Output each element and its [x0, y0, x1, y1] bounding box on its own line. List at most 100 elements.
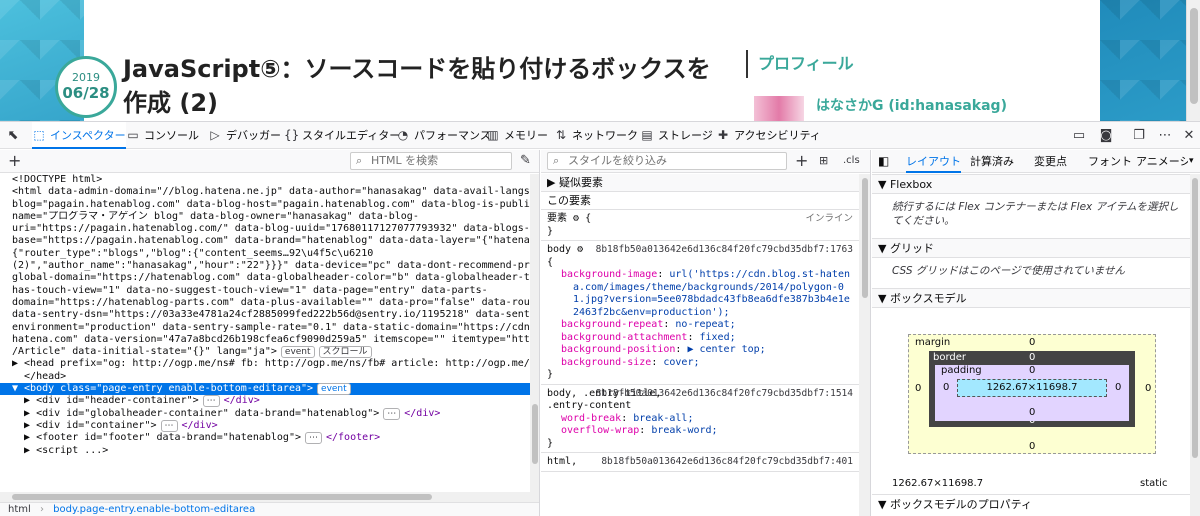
css-declaration[interactable]: overflow-wrap: break-word; [547, 425, 853, 438]
boxmodel-border[interactable]: border 0 0 padding 0 0 0 0 1262.67×11698… [929, 351, 1135, 427]
margin-left-value[interactable]: 0 [915, 383, 921, 394]
css-property-value[interactable]: ▶ center top; [687, 344, 765, 355]
screenshot-icon[interactable]: ◙ [1097, 122, 1115, 149]
tab-fonts[interactable]: フォント [1088, 150, 1132, 173]
markup-vertical-scrollbar[interactable] [530, 174, 539, 492]
css-declaration[interactable]: background-attachment: fixed; [547, 332, 853, 345]
markup-line[interactable]: global-domain="https://hatenablog.com" d… [0, 272, 530, 284]
markup-line[interactable]: environment="production" data-sentry-sam… [0, 322, 530, 334]
rules-scroll-thumb[interactable] [862, 178, 868, 298]
rules-scrollbar[interactable] [859, 174, 870, 516]
markup-line[interactable]: blog="pagain.hatenablog.com" data-blog-h… [0, 199, 530, 211]
profile-avatar[interactable] [754, 96, 804, 121]
css-declaration[interactable]: background-size: cover; [547, 357, 853, 370]
markup-line[interactable]: ▶ <footer id="footer" data-brand="hatena… [0, 432, 530, 445]
markup-line[interactable]: data-sentry-dsn="https://03a33e4781a24cf… [0, 309, 530, 321]
add-node-icon[interactable]: + [8, 150, 21, 172]
markup-line[interactable]: (2)","author_name":"hanasakag","hour":"2… [0, 260, 530, 272]
margin-bottom-value[interactable]: 0 [1029, 441, 1035, 452]
rule-entry-title[interactable]: body, .entry-title, .entry-content 8b18f… [541, 385, 859, 453]
add-rule-icon[interactable]: + [795, 150, 808, 172]
breadcrumb-body[interactable]: body.page-entry.enable-bottom-editarea [53, 504, 255, 515]
css-property-value[interactable]: fixed; [699, 332, 735, 343]
padding-top-value[interactable]: 0 [1029, 365, 1035, 376]
css-property-name[interactable]: overflow-wrap [561, 425, 639, 436]
eyedropper-icon[interactable]: ✎ [520, 150, 531, 172]
rule-element-inline[interactable]: 要素 ⚙ { インライン } [541, 210, 859, 241]
css-property-value[interactable]: cover; [663, 357, 699, 368]
markup-line[interactable]: <html data-admin-domain="//blog.hatena.n… [0, 186, 530, 198]
css-declaration[interactable]: word-break: break-all; [547, 413, 853, 426]
collapsed-children-badge[interactable]: ⋯ [383, 407, 401, 420]
gear-icon[interactable]: ⚙ { [573, 213, 591, 224]
responsive-design-icon[interactable]: ▭ [1070, 122, 1088, 149]
tabs-overflow-icon[interactable]: ▾ [1189, 150, 1194, 173]
markup-line[interactable]: ▶ <head prefix="og: http://ogp.me/ns# fb… [0, 358, 530, 370]
entry-title[interactable]: JavaScript⑤：ソースコードを貼り付けるボックスを作成 (2) [123, 52, 713, 120]
markup-node-selected[interactable]: ▼ <body class="page-entry enable-bottom-… [0, 383, 530, 396]
boxmodel-header[interactable]: ▼ ボックスモデル [872, 288, 1190, 308]
css-declaration[interactable]: background-position: ▶ center top; [547, 344, 853, 357]
css-declaration[interactable]: background-image: url('https://cdn.blog.… [547, 269, 853, 319]
css-property-value[interactable]: break-all; [633, 413, 693, 424]
tab-inspector[interactable]: ⬚ インスペクター [32, 122, 126, 149]
toggle-sidebar-icon[interactable]: ◧ [878, 150, 889, 173]
css-declaration[interactable]: background-repeat: no-repeat; [547, 319, 853, 332]
padding-right-value[interactable]: 0 [1115, 382, 1121, 393]
tab-changes[interactable]: 変更点 [1034, 150, 1067, 173]
flexbox-header[interactable]: ▼ Flexbox [872, 174, 1190, 194]
tab-animations[interactable]: アニメーション [1136, 150, 1188, 173]
boxmodel-margin[interactable]: margin 0 0 0 0 border 0 0 padding 0 0 0 … [908, 334, 1156, 454]
tab-accessibility[interactable]: ✚ アクセシビリティ [716, 122, 821, 149]
event-badge[interactable]: event [317, 383, 351, 396]
padding-bottom-value[interactable]: 0 [1029, 407, 1035, 418]
markup-line[interactable]: name="プログラマ・アゲイン blog" data-blog-owner="… [0, 211, 530, 223]
cls-toggle[interactable]: .cls [843, 150, 860, 172]
markup-line[interactable]: base="https://pagain.hatenablog.com" dat… [0, 235, 530, 247]
boxmodel-content[interactable]: 1262.67×11698.7 [957, 379, 1107, 397]
more-options-icon[interactable]: ⋯ [1156, 122, 1174, 149]
tab-storage[interactable]: ▤ ストレージ [640, 122, 712, 149]
tab-network[interactable]: ⇅ ネットワーク [554, 122, 638, 149]
css-property-name[interactable]: word-break [561, 413, 621, 424]
tab-style-editor[interactable]: {} スタイルエディター [284, 122, 400, 149]
css-property-name[interactable]: background-attachment [561, 332, 687, 343]
html-search-input[interactable]: ⌕ HTML を検索 [350, 152, 512, 170]
css-property-name[interactable]: background-image [561, 269, 657, 280]
profile-name-link[interactable]: はなさかG (id:hanasakag) [816, 95, 1007, 115]
padding-left-value[interactable]: 0 [943, 382, 949, 393]
rule2-source[interactable]: 8b18fb50a013642e6d136c84f20fc79cbd35dbf7… [596, 388, 853, 401]
markup-line[interactable]: {"router_type":"blogs","blog":{"content_… [0, 248, 530, 260]
markup-line[interactable]: uri="https://pagain.hatenablog.com/" dat… [0, 223, 530, 235]
tab-layout[interactable]: レイアウト [906, 150, 961, 173]
rule3-source[interactable]: 8b18fb50a013642e6d136c84f20fc79cbd35dbf7… [601, 456, 853, 469]
rule-element-source[interactable]: インライン [805, 213, 853, 226]
css-property-value[interactable]: no-repeat; [675, 319, 735, 330]
markup-line[interactable]: has-touch-view="1" data-no-suggest-touch… [0, 285, 530, 297]
page-scrollbar[interactable] [1186, 0, 1200, 121]
breadcrumb-html[interactable]: html [8, 504, 31, 515]
markup-line[interactable]: </head> [0, 371, 530, 383]
markup-line[interactable]: ▶ <div id="container"> ⋯ </div> [0, 419, 530, 432]
markup-line[interactable]: ▶ <div id="header-container"> ⋯ </div> [0, 395, 530, 408]
markup-vertical-scroll-thumb[interactable] [532, 404, 538, 464]
markup-horizontal-scroll-thumb[interactable] [12, 494, 432, 500]
margin-right-value[interactable]: 0 [1145, 383, 1151, 394]
event-badge[interactable]: event [280, 346, 315, 359]
scroll-badge[interactable]: スクロール [318, 346, 372, 359]
grid-header[interactable]: ▼ グリッド [872, 238, 1190, 258]
css-property-name[interactable]: background-repeat [561, 319, 663, 330]
element-picker-icon[interactable]: ⬉ [4, 122, 22, 149]
collapsed-children-badge[interactable]: ⋯ [160, 419, 178, 432]
markup-horizontal-scrollbar[interactable] [0, 492, 539, 502]
layout-scrollbar[interactable] [1190, 174, 1200, 516]
tab-debugger[interactable]: ▷ デバッガー [208, 122, 281, 149]
page-scrollbar-thumb[interactable] [1190, 8, 1198, 104]
markup-line[interactable]: domain="https://hatenablog-parts.com" da… [0, 297, 530, 309]
rule-html[interactable]: html, 8b18fb50a013642e6d136c84f20fc79cbd… [541, 453, 859, 472]
toggle-pseudo-class-icon[interactable]: ⊞ [819, 150, 828, 172]
boxmodel-padding[interactable]: padding 0 0 0 0 1262.67×11698.7 [935, 365, 1129, 421]
margin-top-value[interactable]: 0 [1029, 337, 1035, 348]
dock-icon[interactable]: ❐ [1130, 122, 1148, 149]
markup-line[interactable]: ▶ <div id="globalheader-container" data-… [0, 407, 530, 420]
